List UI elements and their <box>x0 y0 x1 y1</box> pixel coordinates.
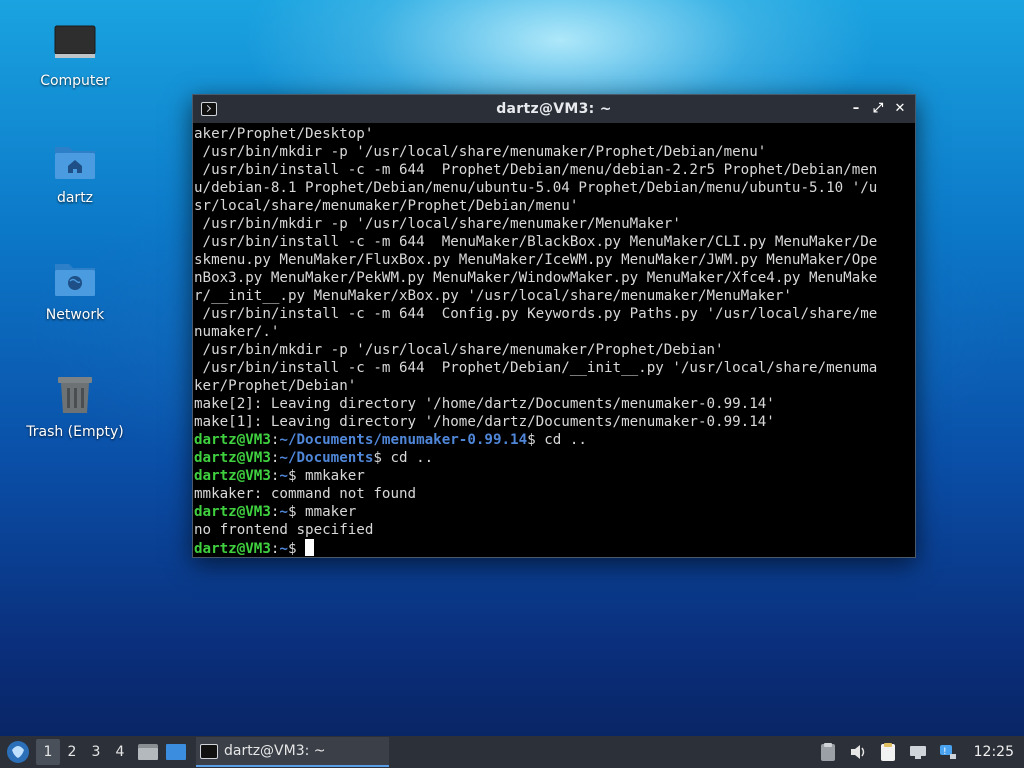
clipboard-icon[interactable] <box>818 742 838 762</box>
network-status-icon[interactable] <box>908 742 928 762</box>
terminal-line: ker/Prophet/Debian' <box>194 378 357 394</box>
workspace-4-button[interactable]: 4 <box>108 739 132 765</box>
maximize-button[interactable]: ⤢ <box>871 102 885 116</box>
desktop-icon-label: dartz <box>56 190 94 206</box>
workspace-1-button[interactable]: 1 <box>36 739 60 765</box>
workspace-switcher: 1234 <box>36 739 132 765</box>
terminal-prompt-line: dartz@VM3:~$ <box>194 539 914 557</box>
show-desktop-button[interactable] <box>164 740 188 764</box>
prompt-command: $ <box>287 541 306 557</box>
terminal-line: /usr/bin/install -c -m 644 Prophet/Debia… <box>194 162 878 178</box>
desktop-icon-label: Trash (Empty) <box>26 424 124 440</box>
terminal-line: /usr/bin/mkdir -p '/usr/local/share/menu… <box>194 342 724 358</box>
volume-icon[interactable] <box>848 742 868 762</box>
desktop-icon <box>166 744 186 760</box>
desktop-icon-network[interactable]: Network <box>20 256 130 324</box>
terminal-line: make[1]: Leaving directory '/home/dartz/… <box>194 414 775 430</box>
terminal-prompt-line: dartz@VM3:~$ mmaker <box>194 503 914 521</box>
terminal-icon <box>200 743 218 759</box>
terminal-prompt-line: dartz@VM3:~/Documents$ cd .. <box>194 449 914 467</box>
prompt-command: $ mmaker <box>287 504 357 520</box>
prompt-user: dartz@VM3 <box>194 504 271 520</box>
terminal-line: r/__init__.py MenuMaker/xBox.py '/usr/lo… <box>194 288 792 304</box>
terminal-line: /usr/bin/mkdir -p '/usr/local/share/menu… <box>194 144 767 160</box>
window-titlebar[interactable]: dartz@VM3: ~ – ⤢ ✕ <box>193 95 915 123</box>
workspace-2-button[interactable]: 2 <box>60 739 84 765</box>
terminal-output-line: no frontend specified <box>194 522 374 538</box>
desktop-icon-computer[interactable]: Computer <box>20 22 130 90</box>
desktop-icon-label: Network <box>45 307 105 323</box>
prompt-path: ~/Documents <box>279 450 374 466</box>
folder-icon <box>138 744 158 760</box>
system-tray: ! 12:25 <box>818 742 1014 762</box>
prompt-command: $ cd .. <box>373 450 434 466</box>
taskbar-task-terminal[interactable]: dartz@VM3: ~ <box>196 737 389 767</box>
prompt-path: ~ <box>279 541 288 557</box>
terminal-line: /usr/bin/install -c -m 644 MenuMaker/Bla… <box>194 234 878 250</box>
notification-icon[interactable]: ! <box>938 742 958 762</box>
terminal-prompt-line: dartz@VM3:~/Documents/menumaker-0.99.14$… <box>194 431 914 449</box>
prompt-path: ~ <box>279 504 288 520</box>
terminal-line: make[2]: Leaving directory '/home/dartz/… <box>194 396 775 412</box>
prompt-user: dartz@VM3 <box>194 432 271 448</box>
terminal-line: /usr/bin/install -c -m 644 Config.py Key… <box>194 306 878 322</box>
window-title: dartz@VM3: ~ <box>496 101 612 117</box>
terminal-prompt-line: dartz@VM3:~$ mmkaker <box>194 467 914 485</box>
desktop-icon-trash[interactable]: Trash (Empty) <box>20 373 130 441</box>
trash-icon <box>53 373 97 417</box>
prompt-path: ~/Documents/menumaker-0.99.14 <box>279 432 528 448</box>
home-folder-icon <box>53 139 97 183</box>
task-label: dartz@VM3: ~ <box>224 743 326 759</box>
terminal-line: aker/Prophet/Desktop' <box>194 126 374 142</box>
terminal-line: numaker/.' <box>194 324 280 340</box>
desktop-icon-home[interactable]: dartz <box>20 139 130 207</box>
workspace-3-button[interactable]: 3 <box>84 739 108 765</box>
clock[interactable]: 12:25 <box>974 744 1014 760</box>
terminal-line: u/debian-8.1 Prophet/Debian/menu/ubuntu-… <box>194 180 878 196</box>
start-menu-button[interactable] <box>4 738 32 766</box>
terminal-line: sr/local/share/menumaker/Prophet/Debian/… <box>194 198 579 214</box>
terminal-icon[interactable] <box>201 102 217 116</box>
network-folder-icon <box>53 256 97 300</box>
desktop-icon-label: Computer <box>40 73 110 89</box>
notes-icon[interactable] <box>878 742 898 762</box>
terminal-line: skmenu.py MenuMaker/FluxBox.py MenuMaker… <box>194 252 878 268</box>
prompt-command: $ mmkaker <box>287 468 365 484</box>
terminal-line: /usr/bin/install -c -m 644 Prophet/Debia… <box>194 360 878 376</box>
file-manager-launcher[interactable] <box>136 740 160 764</box>
prompt-user: dartz@VM3 <box>194 468 271 484</box>
close-button[interactable]: ✕ <box>893 102 907 116</box>
computer-icon <box>53 22 97 66</box>
terminal-cursor <box>305 539 315 556</box>
terminal-output[interactable]: aker/Prophet/Desktop' /usr/bin/mkdir -p … <box>193 123 915 557</box>
prompt-path: ~ <box>279 468 288 484</box>
terminal-line: nBox3.py MenuMaker/PekWM.py MenuMaker/Wi… <box>194 270 878 286</box>
minimize-button[interactable]: – <box>849 102 863 116</box>
taskbar: 1234 dartz@VM3: ~ ! 12:25 <box>0 736 1024 768</box>
window-controls: – ⤢ ✕ <box>849 102 907 116</box>
lxqt-logo-icon <box>7 741 29 763</box>
prompt-command: $ cd .. <box>527 432 587 448</box>
prompt-user: dartz@VM3 <box>194 450 271 466</box>
terminal-window[interactable]: dartz@VM3: ~ – ⤢ ✕ aker/Prophet/Desktop'… <box>192 94 916 558</box>
terminal-output-line: mmkaker: command not found <box>194 486 417 502</box>
terminal-line: /usr/bin/mkdir -p '/usr/local/share/menu… <box>194 216 681 232</box>
prompt-user: dartz@VM3 <box>194 541 271 557</box>
svg-text:!: ! <box>943 747 947 757</box>
